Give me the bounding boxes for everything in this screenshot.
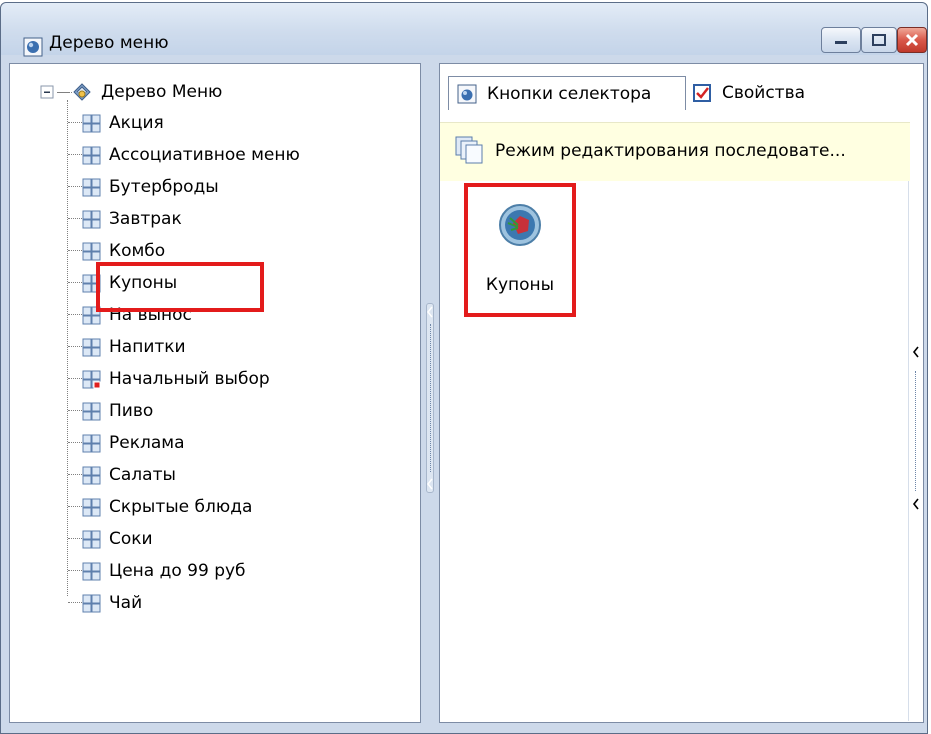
tree-item-label: Напитки bbox=[109, 337, 186, 357]
tree-root-icon bbox=[73, 83, 91, 101]
menu-grid-icon bbox=[82, 178, 101, 196]
tree-connector bbox=[68, 186, 82, 187]
menu-grid-icon bbox=[82, 466, 101, 484]
menu-grid-icon bbox=[82, 562, 101, 580]
highlight-box bbox=[464, 183, 576, 317]
tree-item-label: Комбо bbox=[109, 241, 166, 261]
tree-item[interactable]: Бутерброды bbox=[82, 172, 219, 202]
tree-item[interactable]: Реклама bbox=[82, 428, 185, 458]
collapse-left-icon bbox=[912, 346, 919, 358]
collapse-left-icon bbox=[912, 498, 919, 510]
minimize-icon bbox=[835, 41, 847, 44]
menu-tree[interactable]: Дерево Меню Акция Ассоциативное меню Бутер… bbox=[9, 63, 421, 723]
tree-item-label: Начальный выбор bbox=[109, 369, 270, 389]
collapse-left-icon bbox=[427, 306, 433, 318]
menu-grid-icon bbox=[82, 146, 101, 164]
close-icon bbox=[905, 33, 919, 47]
tree-item-label: Завтрак bbox=[109, 209, 182, 229]
tree-connector bbox=[68, 250, 82, 251]
menu-grid-icon bbox=[82, 242, 101, 260]
tree-connector bbox=[68, 538, 82, 539]
tree-item[interactable]: Ассоциативное меню bbox=[82, 140, 300, 170]
edit-mode-bar: Режим редактирования последовате... bbox=[440, 122, 910, 182]
menu-grid-icon bbox=[82, 210, 101, 228]
tab-label: Свойства bbox=[722, 83, 806, 103]
tree-item-label: Ассоциативное меню bbox=[109, 145, 300, 165]
tree-connector bbox=[68, 122, 82, 123]
tree-connector bbox=[68, 282, 82, 283]
highlight-box bbox=[96, 262, 264, 312]
start-selector-grid-icon bbox=[82, 370, 101, 388]
tree-root-label: Дерево Меню bbox=[101, 82, 223, 102]
tree-connector bbox=[68, 378, 82, 379]
tree-item[interactable]: Напитки bbox=[82, 332, 186, 362]
tree-item-label: Соки bbox=[109, 529, 153, 549]
menu-grid-icon bbox=[82, 498, 101, 516]
title-bar[interactable]: Дерево меню bbox=[1, 3, 927, 57]
tree-connector bbox=[68, 474, 82, 475]
edit-mode-text: Режим редактирования последовате... bbox=[495, 141, 846, 161]
tree-item[interactable]: Скрытые блюда bbox=[82, 492, 252, 522]
tree-item[interactable]: Акция bbox=[82, 108, 164, 138]
properties-icon bbox=[693, 84, 711, 102]
minimize-button[interactable] bbox=[821, 27, 861, 53]
tree-connector bbox=[68, 218, 82, 219]
app-icon bbox=[23, 37, 43, 57]
tree-connector bbox=[68, 602, 82, 603]
tab-strip: Кнопки селектора Свойства bbox=[440, 64, 923, 112]
tree-connector bbox=[68, 506, 82, 507]
collapse-icon[interactable] bbox=[40, 85, 55, 100]
tree-item-label: Акция bbox=[109, 113, 164, 133]
panel-splitter[interactable] bbox=[421, 63, 439, 723]
close-button[interactable] bbox=[897, 27, 927, 53]
selector-button-area: Купоны bbox=[440, 181, 910, 721]
tree-connector bbox=[68, 442, 82, 443]
client-area: Дерево Меню Акция Ассоциативное меню Бутер… bbox=[9, 63, 924, 733]
menu-grid-icon bbox=[82, 530, 101, 548]
app-window: Дерево меню Дерево Меню Акция Ассоциатив… bbox=[0, 2, 928, 734]
right-splitter[interactable] bbox=[908, 181, 923, 721]
tree-connector bbox=[57, 91, 69, 93]
copy-pages-icon bbox=[455, 136, 483, 164]
tab-properties[interactable]: Свойства bbox=[692, 76, 922, 110]
tree-item[interactable]: Начальный выбор bbox=[82, 364, 270, 394]
splitter-dots bbox=[915, 371, 916, 491]
tree-root[interactable]: Дерево Меню bbox=[40, 77, 222, 107]
maximize-button[interactable] bbox=[861, 27, 897, 53]
tree-connector bbox=[67, 100, 68, 596]
tree-item-label: Пиво bbox=[109, 401, 154, 421]
tree-item[interactable]: Салаты bbox=[82, 460, 176, 490]
menu-grid-icon bbox=[82, 114, 101, 132]
tree-connector bbox=[68, 314, 82, 315]
tree-connector bbox=[68, 346, 82, 347]
tree-item[interactable]: Пиво bbox=[82, 396, 153, 426]
tree-item[interactable]: Завтрак bbox=[82, 204, 182, 234]
splitter-grip[interactable] bbox=[426, 303, 434, 493]
tab-label: Кнопки селектора bbox=[487, 83, 652, 104]
collapse-left-icon bbox=[427, 478, 433, 490]
tree-item[interactable]: Чай bbox=[82, 588, 142, 618]
menu-grid-icon bbox=[82, 434, 101, 452]
splitter-dots bbox=[430, 324, 431, 472]
tree-item-label: Скрытые блюда bbox=[109, 497, 253, 517]
window-title: Дерево меню bbox=[49, 33, 169, 53]
tree-item-label: Бутерброды bbox=[109, 177, 219, 197]
menu-grid-icon bbox=[82, 338, 101, 356]
tree-item-label: Реклама bbox=[109, 433, 185, 453]
selector-panel: Кнопки селектора Свойства Режим редактир… bbox=[439, 63, 924, 723]
maximize-icon bbox=[872, 34, 886, 46]
menu-grid-icon bbox=[82, 594, 101, 612]
tree-item[interactable]: Цена до 99 руб bbox=[82, 556, 246, 586]
tree-item-label: Чай bbox=[109, 593, 143, 613]
tab-selector-buttons[interactable]: Кнопки селектора bbox=[448, 76, 686, 110]
tree-connector bbox=[68, 410, 82, 411]
menu-grid-icon bbox=[82, 402, 101, 420]
tree-connector bbox=[68, 570, 82, 571]
tree-connector bbox=[68, 154, 82, 155]
tree-item-label: Салаты bbox=[109, 465, 176, 485]
tree-item-label: Цена до 99 руб bbox=[109, 561, 246, 581]
selector-buttons-icon bbox=[457, 84, 477, 103]
tree-item[interactable]: Соки bbox=[82, 524, 153, 554]
